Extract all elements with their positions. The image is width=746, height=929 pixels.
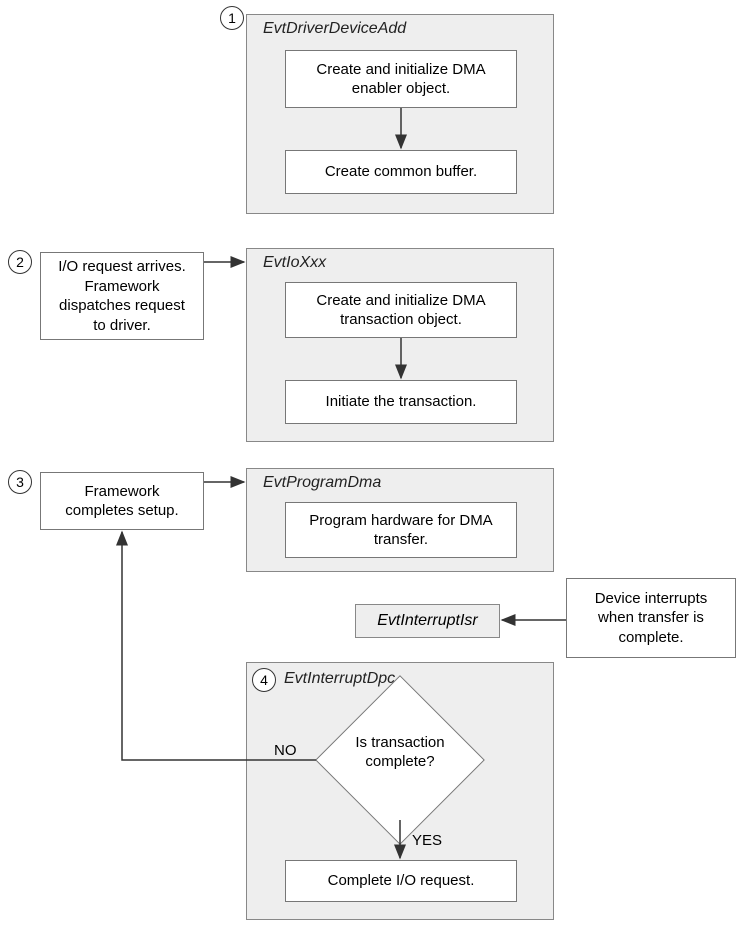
step-number-4: 4	[252, 668, 276, 692]
step-number-2: 2	[8, 250, 32, 274]
isr-box: EvtInterruptIsr	[355, 604, 500, 638]
box-create-common-buffer: Create common buffer.	[285, 150, 517, 194]
box-create-dma-enabler: Create and initialize DMA enabler object…	[285, 50, 517, 108]
panel-1-title: EvtDriverDeviceAdd	[263, 20, 406, 38]
box-initiate-transaction: Initiate the transaction.	[285, 380, 517, 424]
panel-4-title: EvtInterruptDpc	[284, 670, 395, 688]
decision-text: Is transaction complete?	[340, 734, 460, 772]
label-no: NO	[274, 742, 297, 759]
step-number-3: 3	[8, 470, 32, 494]
box-complete-io: Complete I/O request.	[285, 860, 517, 902]
box-program-hardware: Program hardware for DMA transfer.	[285, 502, 517, 558]
step-4-label: 4	[260, 672, 268, 688]
panel-2-title: EvtIoXxx	[263, 254, 326, 272]
side-box-device-interrupts: Device interrupts when transfer is compl…	[566, 578, 736, 658]
side-box-io-request: I/O request arrives. Framework dispatche…	[40, 252, 204, 340]
diagram-canvas: 1 EvtDriverDeviceAdd Create and initiali…	[0, 0, 746, 929]
panel-3-title: EvtProgramDma	[263, 474, 381, 492]
step-1-label: 1	[228, 10, 236, 26]
label-yes: YES	[412, 832, 442, 849]
box-create-dma-transaction: Create and initialize DMA transaction ob…	[285, 282, 517, 338]
step-2-label: 2	[16, 254, 24, 270]
side-box-framework-setup: Framework completes setup.	[40, 472, 204, 530]
step-3-label: 3	[16, 474, 24, 490]
step-number-1: 1	[220, 6, 244, 30]
